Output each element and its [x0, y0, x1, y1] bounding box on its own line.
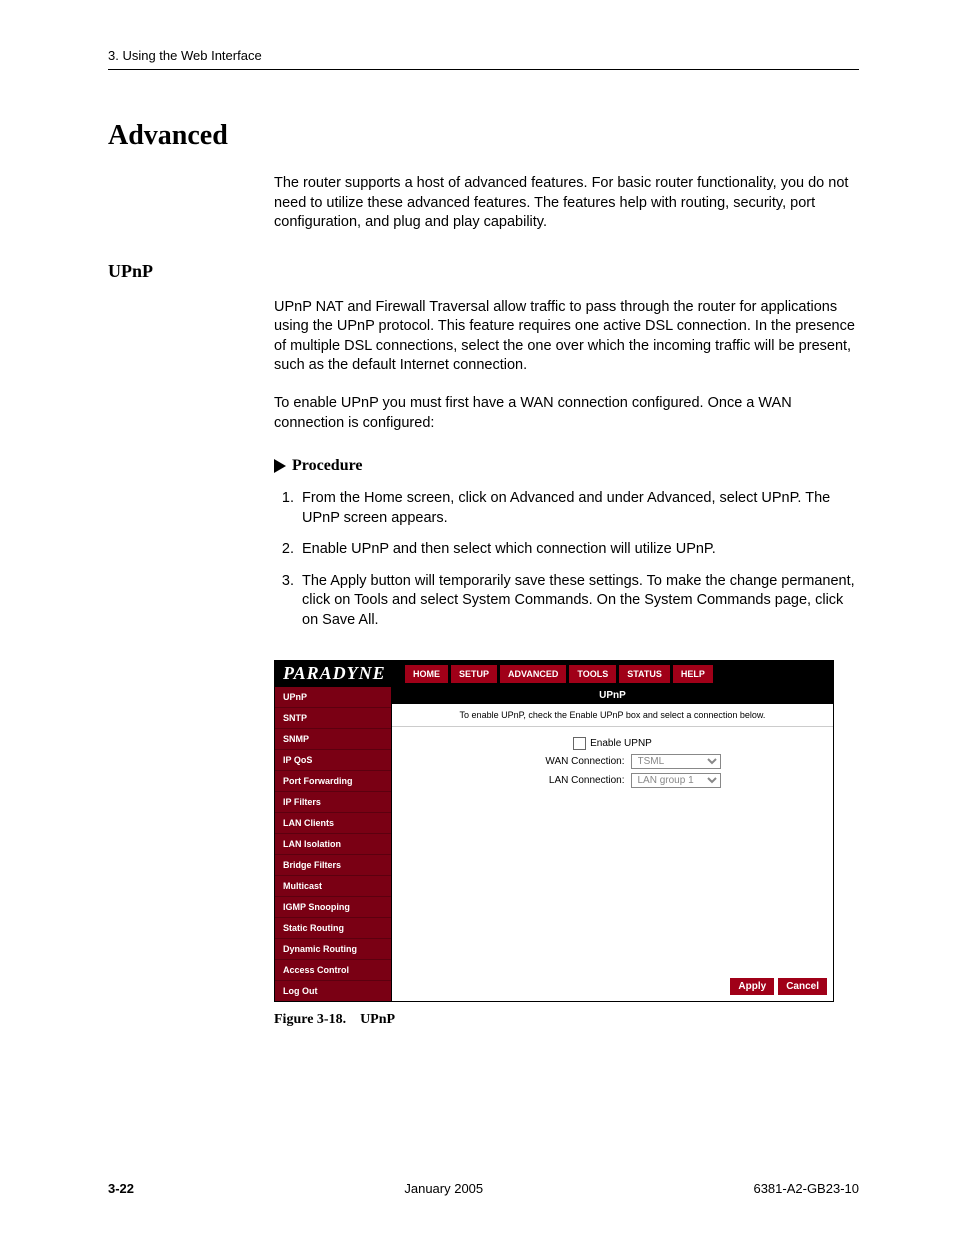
sidebar-item-snmp[interactable]: SNMP	[275, 728, 391, 749]
lan-connection-select[interactable]: LAN group 1	[631, 773, 721, 788]
router-screenshot: PARADYNE HOME SETUP ADVANCED TOOLS STATU…	[274, 660, 834, 1002]
page-number: 3-22	[108, 1181, 134, 1196]
heading-advanced: Advanced	[108, 120, 859, 152]
brand-logo: PARADYNE	[275, 661, 403, 687]
sidebar-item-access-control[interactable]: Access Control	[275, 959, 391, 980]
sidebar-item-lan-clients[interactable]: LAN Clients	[275, 812, 391, 833]
tab-advanced[interactable]: ADVANCED	[500, 665, 566, 683]
sidebar-item-dynamic-routing[interactable]: Dynamic Routing	[275, 938, 391, 959]
enable-upnp-checkbox[interactable]	[573, 737, 586, 750]
upnp-paragraph-1: UPnP NAT and Firewall Traversal allow tr…	[274, 298, 859, 376]
sidebar-item-bridge-filters[interactable]: Bridge Filters	[275, 854, 391, 875]
figure-caption: Figure 3-18. UPnP	[274, 1012, 834, 1028]
sidebar-item-port-forwarding[interactable]: Port Forwarding	[275, 770, 391, 791]
running-header: 3. Using the Web Interface	[108, 48, 859, 70]
tab-help[interactable]: HELP	[673, 665, 713, 683]
intro-paragraph: The router supports a host of advanced f…	[274, 174, 859, 233]
tab-status[interactable]: STATUS	[619, 665, 670, 683]
sidebar-item-igmp-snooping[interactable]: IGMP Snooping	[275, 896, 391, 917]
tab-home[interactable]: HOME	[405, 665, 448, 683]
tab-setup[interactable]: SETUP	[451, 665, 497, 683]
panel-subtitle: To enable UPnP, check the Enable UPnP bo…	[392, 704, 833, 727]
heading-upnp: UPnP	[108, 261, 859, 282]
sidebar-item-sntp[interactable]: SNTP	[275, 707, 391, 728]
procedure-label: Procedure	[292, 457, 363, 475]
sidebar-item-upnp[interactable]: UPnP	[275, 687, 391, 707]
cancel-button[interactable]: Cancel	[778, 978, 827, 995]
enable-upnp-label: Enable UPNP	[590, 738, 652, 749]
sidebar-item-ip-filters[interactable]: IP Filters	[275, 791, 391, 812]
wan-connection-label: WAN Connection:	[505, 756, 631, 767]
procedure-step: Enable UPnP and then select which connec…	[298, 540, 859, 560]
upnp-paragraph-2: To enable UPnP you must first have a WAN…	[274, 394, 859, 433]
triangle-right-icon	[274, 459, 286, 473]
sidebar-item-lan-isolation[interactable]: LAN Isolation	[275, 833, 391, 854]
procedure-heading: Procedure	[274, 457, 859, 475]
footer-docid: 6381-A2-GB23-10	[753, 1181, 859, 1196]
procedure-step: The Apply button will temporarily save t…	[298, 572, 859, 631]
procedure-list: From the Home screen, click on Advanced …	[274, 489, 859, 630]
tab-tools[interactable]: TOOLS	[569, 665, 616, 683]
sidebar-item-ipqos[interactable]: IP QoS	[275, 749, 391, 770]
sidebar-item-static-routing[interactable]: Static Routing	[275, 917, 391, 938]
lan-connection-label: LAN Connection:	[505, 775, 631, 786]
wan-connection-select[interactable]: TSML	[631, 754, 721, 769]
top-tabs: HOME SETUP ADVANCED TOOLS STATUS HELP	[403, 661, 713, 687]
page-footer: 3-22 January 2005 6381-A2-GB23-10	[108, 1181, 859, 1196]
sidebar-item-multicast[interactable]: Multicast	[275, 875, 391, 896]
sidebar: UPnP SNTP SNMP IP QoS Port Forwarding IP…	[275, 687, 392, 1001]
panel-title: UPnP	[392, 687, 833, 704]
sidebar-item-logout[interactable]: Log Out	[275, 980, 391, 1001]
footer-date: January 2005	[404, 1181, 483, 1196]
procedure-step: From the Home screen, click on Advanced …	[298, 489, 859, 528]
apply-button[interactable]: Apply	[730, 978, 774, 995]
